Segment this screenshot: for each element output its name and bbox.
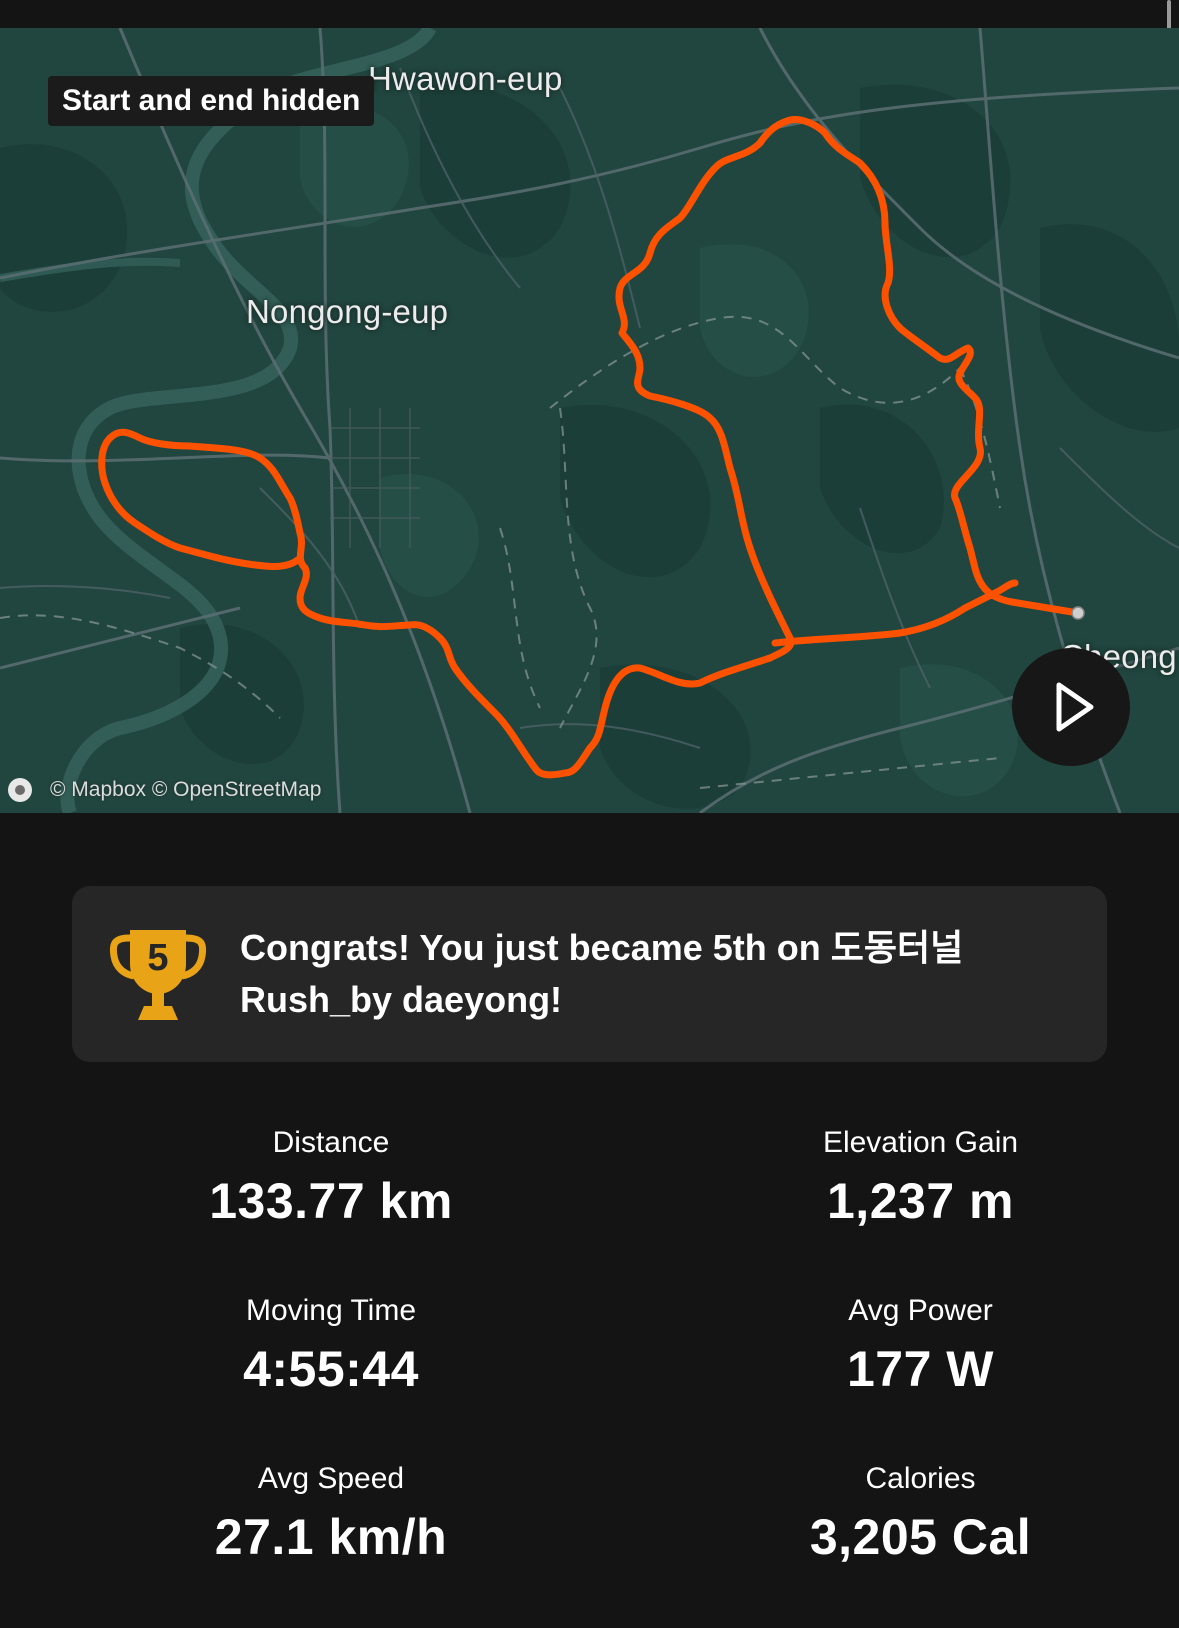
stat-elevation-gain: Elevation Gain 1,237 m [662, 1120, 1179, 1288]
stat-value: 27.1 km/h [214, 1509, 448, 1565]
stat-label: Elevation Gain [822, 1126, 1019, 1159]
play-flyover-button[interactable] [1012, 648, 1130, 766]
stat-calories: Calories 3,205 Cal [662, 1456, 1179, 1624]
stat-moving-time: Moving Time 4:55:44 [0, 1288, 662, 1456]
top-bar [0, 0, 1179, 30]
stat-value: 133.77 km [209, 1173, 453, 1229]
scrollbar[interactable] [1167, 0, 1171, 30]
stats-grid: Distance 133.77 km Elevation Gain 1,237 … [0, 1120, 1179, 1624]
stat-value: 3,205 Cal [809, 1509, 1032, 1565]
activity-page: Hwawon-eup Nongong-eup Cheong Start and … [0, 0, 1179, 1628]
stat-label: Avg Speed [257, 1462, 405, 1495]
stat-label: Moving Time [245, 1294, 417, 1327]
stat-label: Avg Power [848, 1294, 993, 1327]
stat-label: Distance [272, 1126, 390, 1159]
place-label-hwawon: Hwawon-eup [368, 60, 563, 97]
attribution-text[interactable]: © Mapbox © OpenStreetMap [50, 778, 321, 802]
achievement-card[interactable]: 5 Congrats! You just became 5th on 도동터널 … [72, 886, 1107, 1062]
map-canvas [0, 28, 1179, 813]
trophy-icon: 5 [109, 930, 207, 1020]
stat-distance: Distance 133.77 km [0, 1120, 662, 1288]
stat-value: 1,237 m [827, 1173, 1014, 1229]
play-icon [1056, 682, 1094, 732]
stat-avg-power: Avg Power 177 W [662, 1288, 1179, 1456]
stat-avg-speed: Avg Speed 27.1 km/h [0, 1456, 662, 1624]
place-label-nongong: Nongong-eup [246, 293, 449, 330]
stat-value: 4:55:44 [243, 1341, 419, 1397]
stat-label: Calories [865, 1462, 976, 1495]
privacy-badge: Start and end hidden [48, 76, 375, 126]
trophy-rank: 5 [147, 937, 168, 979]
route-end-marker [1071, 606, 1085, 620]
route-map[interactable]: Hwawon-eup Nongong-eup Cheong Start and … [0, 28, 1179, 813]
achievement-message: Congrats! You just became 5th on 도동터널 Ru… [240, 927, 964, 1020]
stat-value: 177 W [846, 1341, 994, 1397]
mapbox-logo-icon[interactable] [8, 778, 32, 802]
map-attribution[interactable]: © Mapbox © OpenStreetMap [8, 778, 321, 802]
